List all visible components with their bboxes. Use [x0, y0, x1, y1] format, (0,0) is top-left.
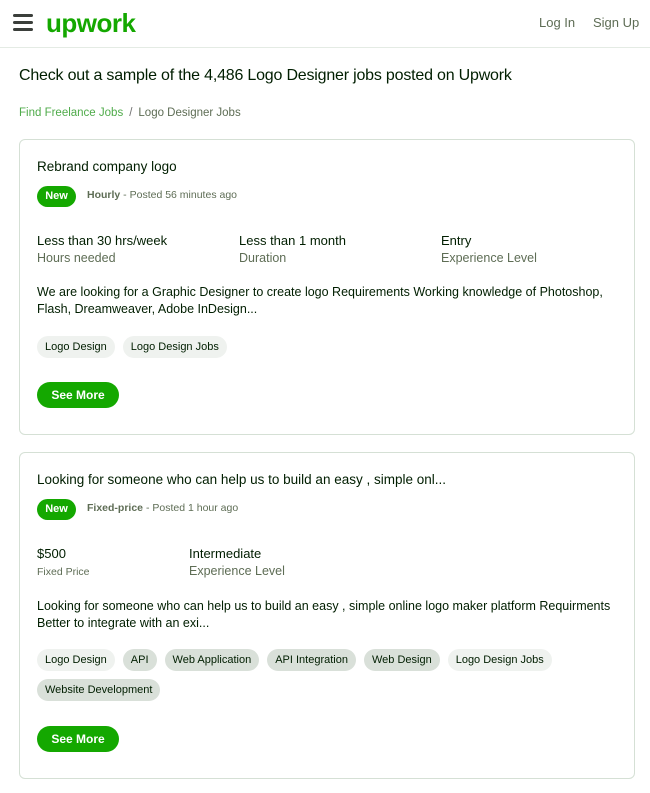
skill-tags: Logo Design Logo Design Jobs	[37, 336, 617, 358]
breadcrumb-find-freelance-jobs-link[interactable]: Find Freelance Jobs	[19, 107, 123, 119]
breadcrumb-separator: /	[129, 107, 133, 119]
stat-label: Experience Level	[441, 251, 537, 265]
stat-value: $500	[37, 546, 66, 561]
stat-fixed-price: $500 Fixed Price	[37, 546, 90, 578]
skill-tag[interactable]: Logo Design Jobs	[122, 336, 227, 358]
stat-value: Entry	[441, 233, 472, 248]
job-title-link[interactable]: Rebrand company logo	[37, 159, 177, 174]
job-type: Fixed-price	[87, 502, 144, 514]
skill-tag[interactable]: API	[122, 649, 157, 671]
stat-duration: Less than 1 month Duration	[239, 233, 346, 265]
job-card: Looking for someone who can help us to b…	[19, 452, 635, 779]
skill-tag[interactable]: API Integration	[267, 649, 356, 671]
stat-label: Fixed Price	[37, 566, 90, 578]
posted-time: - Posted 56 minutes ago	[120, 189, 238, 201]
stat-label: Experience Level	[189, 564, 285, 578]
stat-label: Hours needed	[37, 251, 116, 265]
see-more-button[interactable]: See More	[37, 726, 119, 752]
breadcrumb-current: Logo Designer Jobs	[138, 107, 241, 119]
stat-value: Intermediate	[189, 546, 262, 561]
job-title-link[interactable]: Looking for someone who can help us to b…	[37, 472, 446, 487]
breadcrumb: Find Freelance Jobs / Logo Designer Jobs	[19, 107, 241, 119]
stat-value: Less than 30 hrs/week	[37, 233, 168, 248]
stat-value: Less than 1 month	[239, 233, 346, 248]
stat-hours-needed: Less than 30 hrs/week Hours needed	[37, 233, 167, 265]
skill-tag[interactable]: Web Design	[363, 649, 440, 671]
skill-tag[interactable]: Website Development	[37, 679, 161, 701]
job-meta: Hourly - Posted 56 minutes ago	[87, 189, 237, 201]
new-badge: New	[37, 186, 76, 207]
stat-label: Duration	[239, 251, 287, 265]
skill-tag[interactable]: Web Application	[164, 649, 260, 671]
sign-up-link[interactable]: Sign Up	[593, 15, 639, 30]
job-type: Hourly	[87, 189, 121, 201]
job-description: Looking for someone who can help us to b…	[37, 599, 611, 630]
job-description: We are looking for a Graphic Designer to…	[37, 285, 603, 316]
skill-tag[interactable]: Logo Design	[37, 649, 115, 671]
stat-experience-level: Entry Experience Level	[441, 233, 537, 265]
log-in-link[interactable]: Log In	[539, 15, 575, 30]
new-badge: New	[37, 499, 76, 520]
top-navigation-bar: upwork Log In Sign Up	[0, 0, 650, 48]
skill-tag[interactable]: Logo Design Jobs	[447, 649, 552, 671]
skill-tag[interactable]: Logo Design	[37, 336, 115, 358]
page-title: Check out a sample of the 4,486 Logo Des…	[19, 67, 512, 84]
job-card: Rebrand company logo New Hourly - Posted…	[19, 139, 635, 435]
upwork-logo[interactable]: upwork	[46, 8, 136, 39]
posted-time: - Posted 1 hour ago	[143, 502, 239, 514]
menu-icon[interactable]	[13, 14, 33, 32]
skill-tags: Logo Design API Web Application API Inte…	[37, 649, 617, 701]
job-meta: Fixed-price - Posted 1 hour ago	[87, 502, 238, 514]
stat-experience-level: Intermediate Experience Level	[189, 546, 285, 578]
see-more-button[interactable]: See More	[37, 382, 119, 408]
